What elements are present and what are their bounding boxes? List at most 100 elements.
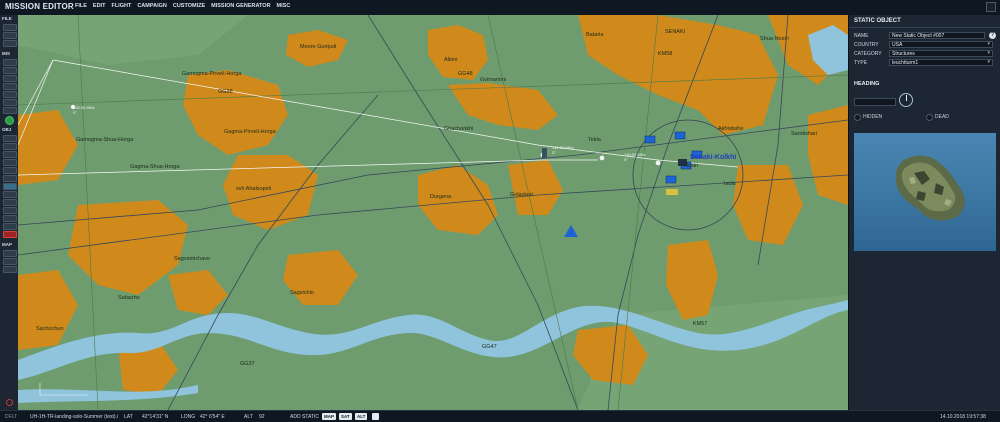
town-label: Sachochuo <box>36 326 64 332</box>
town-label: Sagvamichavo <box>174 256 210 262</box>
town-label: Gagma-Pirveli-Horga <box>224 129 277 135</box>
town-label: Ghachonkhi <box>444 126 473 132</box>
toolbar-map-label: MAP <box>2 242 12 247</box>
ship-group-tool[interactable] <box>3 83 17 90</box>
obj-text-tool[interactable] <box>3 159 17 166</box>
town-label: Durgena <box>430 194 452 200</box>
alt-value: 92 <box>259 413 265 420</box>
name-field[interactable]: New Static Object #007 <box>889 32 985 39</box>
open-mission-tool[interactable] <box>3 32 17 39</box>
dead-checkbox[interactable] <box>926 114 933 121</box>
mode-indicator: DFLT <box>5 413 18 420</box>
map-canvas[interactable]: Meore Guripuli Alioni Bataria SENAKI Shu… <box>18 15 848 410</box>
obj-weather-tool[interactable] <box>3 207 17 214</box>
static-object-tool[interactable] <box>3 99 17 106</box>
waypoint-heading: 0° <box>624 157 628 162</box>
town-label: Sabazho <box>118 295 140 301</box>
add-static-label: ADD STATIC <box>290 413 319 420</box>
menu-customize[interactable]: CUSTOMIZE <box>173 3 205 9</box>
town-label: GG47 <box>482 344 497 350</box>
help-button[interactable]: ? <box>989 32 996 39</box>
obj-options-tool[interactable] <box>3 215 17 222</box>
town-label: Nosiri <box>684 163 698 169</box>
menu-flight[interactable]: FLIGHT <box>111 3 131 9</box>
map-zoom-out-tool[interactable] <box>3 266 17 273</box>
object-model-image <box>895 155 965 221</box>
town-label: Shua-Nosiri <box>760 36 789 42</box>
town-label: Bataria <box>586 32 604 38</box>
waypoint-heading: 3° <box>552 150 556 155</box>
window-close-button[interactable] <box>986 2 996 12</box>
town-label: Gamogma-Pirveli-Horga <box>182 71 242 77</box>
type-label: TYPE <box>854 60 868 66</box>
toolbar-file-label: FILE <box>2 16 12 21</box>
town-label: Sagvichio <box>290 290 314 296</box>
town-label: Saodishari <box>791 131 817 137</box>
sat-mode-button[interactable]: SAT <box>339 412 352 420</box>
trigger-zone-tool[interactable] <box>3 107 17 114</box>
menu-file[interactable]: FILE <box>75 3 87 9</box>
town-label: Meore Guripuli <box>300 44 336 50</box>
town-label: Tekla <box>588 137 602 143</box>
alt-label: ALT <box>244 413 253 420</box>
alt-mode-button[interactable]: ALT <box>355 412 368 420</box>
obj-plane-tool[interactable] <box>3 167 17 174</box>
save-mission-tool[interactable] <box>3 40 17 47</box>
mission-file: UH-1H-TR-landing-solo-Summer (test).i <box>30 413 119 420</box>
town-label: KM58 <box>658 51 672 57</box>
town-label: Gamogma-Shua-Horga <box>76 137 134 143</box>
lat-value: 42°14'31" N <box>142 413 169 420</box>
town-label: svh Ahalsopeli <box>236 186 271 192</box>
town-label: Akhlatsihe <box>718 126 743 132</box>
obj-circle-tool[interactable] <box>3 143 17 150</box>
map-view[interactable]: Meore Guripuli Alioni Bataria SENAKI Shu… <box>18 15 848 410</box>
name-label: NAME <box>854 33 869 39</box>
datetime: 14.10.2018 19:57:38 <box>940 413 986 420</box>
country-label: COUNTRY <box>854 42 879 48</box>
town-label: Gagma-Shua-Horga <box>130 164 180 170</box>
hidden-label: HIDDEN <box>863 114 883 120</box>
heading-input[interactable] <box>854 98 896 106</box>
obj-goals-tool[interactable] <box>3 199 17 206</box>
heading-dial[interactable] <box>899 93 913 107</box>
plane-group-tool[interactable] <box>3 67 17 74</box>
menu-bar: FILE EDIT FLIGHT CAMPAIGN CUSTOMIZE MISS… <box>75 3 290 9</box>
hidden-checkbox[interactable] <box>854 114 861 121</box>
briefing-icon[interactable] <box>5 116 14 125</box>
obj-resource-tool[interactable] <box>3 223 17 230</box>
country-select[interactable]: USA <box>889 41 993 48</box>
toolbar-mis-label: MIS <box>2 51 11 56</box>
menu-mission-generator[interactable]: MISSION GENERATOR <box>211 3 270 9</box>
mission-goals-tool[interactable] <box>3 59 17 66</box>
type-select[interactable]: leuchtturm1 <box>889 59 993 66</box>
new-mission-tool[interactable] <box>3 24 17 31</box>
obj-trigger-tool[interactable] <box>3 191 17 198</box>
map-mode-button[interactable]: MAP <box>322 412 336 420</box>
object-preview <box>854 133 996 251</box>
menu-edit[interactable]: EDIT <box>93 3 106 9</box>
town-label: Alioni <box>444 57 457 63</box>
town-label: SENAKI <box>665 29 686 35</box>
obj-vehicle-tool[interactable] <box>3 175 17 182</box>
menu-campaign[interactable]: CAMPAIGN <box>137 3 167 9</box>
map-ruler-tool[interactable] <box>3 250 17 257</box>
category-select[interactable]: Structures <box>889 50 993 57</box>
menu-misc[interactable]: MISC <box>277 3 291 9</box>
power-icon[interactable] <box>6 399 13 406</box>
obj-line-tool[interactable] <box>3 135 17 142</box>
long-value: 42° 6'54" E <box>200 413 225 420</box>
heading-label: HEADING <box>854 81 880 87</box>
toggle-button[interactable] <box>372 413 379 420</box>
long-label: LONG <box>181 413 196 420</box>
town-label: Gvimarioni <box>480 77 506 83</box>
map-zoom-in-tool[interactable] <box>3 258 17 265</box>
vehicle-group-tool[interactable] <box>3 91 17 98</box>
obj-polygon-tool[interactable] <box>3 151 17 158</box>
helicopter-group-tool[interactable] <box>3 75 17 82</box>
obj-static-tool[interactable] <box>3 183 17 190</box>
waypoint-heading: 0° <box>73 110 77 115</box>
title-bar: MISSION EDITOR FILE EDIT FLIGHT CAMPAIGN… <box>0 0 1000 16</box>
obj-delete-tool[interactable] <box>3 231 17 238</box>
static-object-panel: STATIC OBJECT NAME New Static Object #00… <box>848 15 1000 410</box>
town-label: GG37 <box>240 361 255 367</box>
